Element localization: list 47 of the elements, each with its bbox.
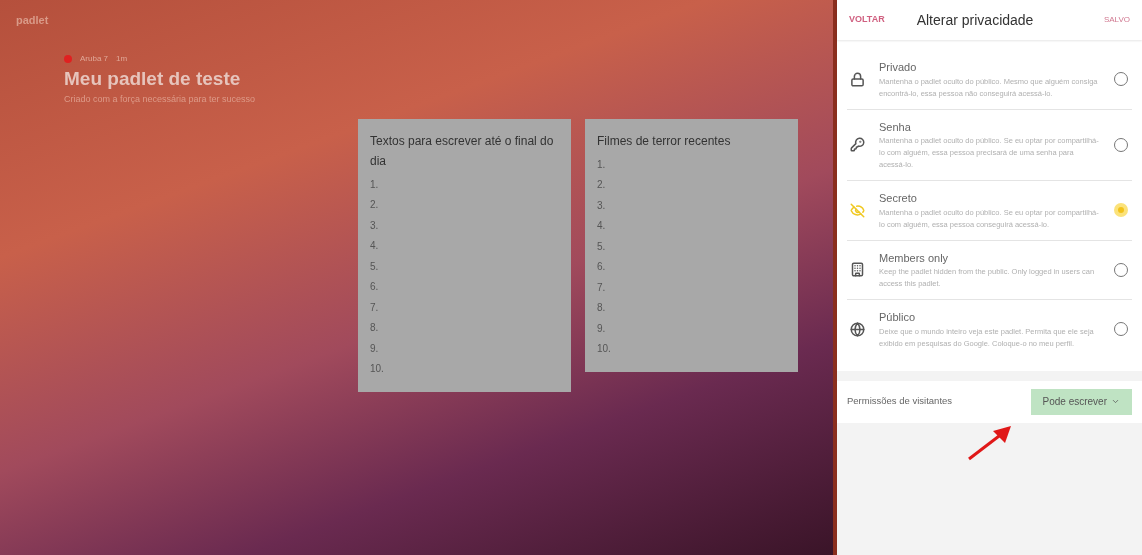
logo: padlet bbox=[16, 13, 50, 28]
panel-title: Alterar privacidade bbox=[916, 10, 1034, 30]
post-title: Filmes de terror recentes bbox=[597, 132, 732, 150]
key-icon bbox=[849, 137, 865, 153]
post-time: 1m bbox=[116, 52, 128, 65]
globe-icon bbox=[849, 321, 865, 337]
list-number: 1. bbox=[597, 157, 607, 172]
list-number: 8. bbox=[597, 301, 607, 315]
save-status: SALVO bbox=[1103, 14, 1130, 26]
permission-dropdown[interactable]: Pode escrever bbox=[1030, 388, 1132, 415]
option-label: Secreto bbox=[879, 191, 918, 206]
list-number: 6. bbox=[370, 280, 380, 294]
list-number: 2. bbox=[597, 178, 607, 192]
list-number: 2. bbox=[370, 198, 380, 212]
board-title: Meu padlet de teste bbox=[64, 66, 242, 91]
list-number: 10. bbox=[370, 362, 385, 376]
list-number: 1. bbox=[370, 177, 380, 192]
list-number: 9. bbox=[597, 321, 607, 336]
list-number: 5. bbox=[597, 239, 607, 254]
list-number: 10. bbox=[597, 342, 612, 356]
author-name: Aruba 7 bbox=[80, 52, 109, 65]
caret-icon bbox=[1111, 397, 1120, 406]
hidden-icon bbox=[849, 202, 865, 218]
list-number: 3. bbox=[370, 218, 380, 233]
radio-button[interactable] bbox=[1114, 203, 1128, 218]
list-number: 4. bbox=[597, 219, 607, 233]
list-number: 7. bbox=[597, 280, 607, 295]
board-subtitle: Criado com a força necessária para ter sucesso bbox=[64, 93, 257, 106]
back-button[interactable]: VOLTAR bbox=[849, 13, 885, 27]
option-label: Privado bbox=[879, 60, 918, 75]
option-label: Members only bbox=[879, 250, 950, 266]
list-number: 3. bbox=[597, 198, 607, 213]
post-card[interactable]: Textos para escrever até o final do dia 1. 2. 3. 4. 5. 6. 7. 8. 9. 10. bbox=[358, 118, 571, 392]
list-number: 8. bbox=[370, 321, 380, 335]
list-number: 9. bbox=[370, 341, 380, 356]
lock-icon bbox=[849, 71, 865, 87]
post-title: Textos para escrever até o final do dia bbox=[370, 132, 555, 170]
list-number: 4. bbox=[370, 239, 380, 253]
building-icon bbox=[849, 262, 865, 278]
post-card[interactable]: Filmes de terror recentes 1. 2. 3. 4. 5. 6. 7. 8. 9. 10. bbox=[585, 118, 798, 372]
list-number: 7. bbox=[370, 300, 380, 315]
permissions-label: Permissões de visitantes bbox=[847, 394, 953, 409]
list-number: 5. bbox=[370, 259, 380, 274]
option-label: Público bbox=[879, 310, 917, 325]
avatar-icon bbox=[64, 54, 72, 63]
list-number: 6. bbox=[597, 260, 607, 274]
option-label: Senha bbox=[879, 119, 912, 135]
